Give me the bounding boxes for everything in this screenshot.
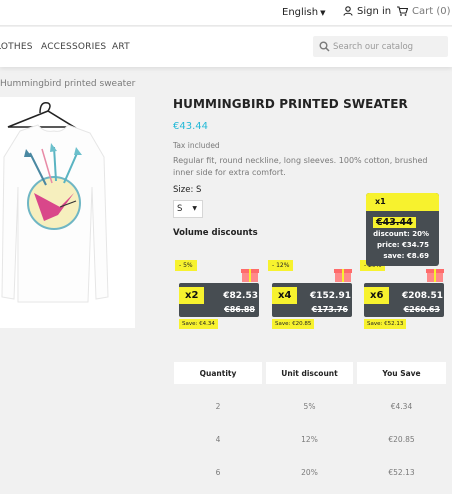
shopping-cart-icon xyxy=(397,6,409,16)
size-label: Size: S xyxy=(173,185,202,195)
nav-item-accessories[interactable]: ACCESSORIES xyxy=(41,42,106,52)
table-cell: 5% xyxy=(303,402,316,411)
user-icon xyxy=(343,6,353,16)
sign-in-label: Sign in xyxy=(357,6,392,17)
search-box xyxy=(313,36,448,57)
product-description: Regular fit, round neckline, long sleeve… xyxy=(173,156,428,177)
search-icon[interactable] xyxy=(319,41,330,52)
caret-down-icon: ▼ xyxy=(192,205,197,212)
table-cell: 6 xyxy=(215,468,221,477)
tooltip-header: x1 xyxy=(366,193,439,211)
tax-label: Tax included xyxy=(173,141,220,150)
gift-icon xyxy=(426,269,444,282)
table-row: 2 5% €4.34 xyxy=(174,395,446,417)
volume-discounts-title: Volume discounts xyxy=(173,228,258,238)
column-header-you-save: You Save xyxy=(357,362,446,384)
column-header-quantity: Quantity xyxy=(174,362,262,384)
discounted-price: €208.51 xyxy=(402,291,443,301)
cart-label: Cart (0) xyxy=(412,6,451,17)
product-image[interactable] xyxy=(0,97,135,328)
table-cell: €52.13 xyxy=(388,468,415,477)
discount-percent-badge: - 12% xyxy=(268,260,294,271)
original-price: €260.63 xyxy=(403,305,440,314)
save-amount: Save: €20.85 xyxy=(272,319,315,329)
save-amount: Save: €4.34 xyxy=(179,319,218,329)
quantity-multiplier: x6 xyxy=(364,287,390,304)
discounted-price: €82.53 xyxy=(223,291,258,301)
nav-item-clothes[interactable]: LOTHES xyxy=(0,42,33,52)
save-amount: Save: €52.13 xyxy=(364,319,407,329)
table-cell: 2 xyxy=(215,402,221,411)
original-price: €86.88 xyxy=(224,305,255,314)
volume-discount-table: Quantity Unit discount You Save 2 5% €4.… xyxy=(174,362,446,494)
language-label: English xyxy=(282,7,319,18)
language-selector[interactable]: English ▼ xyxy=(282,7,326,18)
caret-down-icon: ▼ xyxy=(320,9,326,17)
quantity-multiplier: x2 xyxy=(179,287,205,304)
quantity-multiplier: x4 xyxy=(272,287,298,304)
search-input[interactable] xyxy=(333,39,443,54)
gift-icon xyxy=(334,269,352,282)
table-cell: 20% xyxy=(301,468,318,477)
discount-tooltip: x1 €43.44 discount: 20% price: €34.75 sa… xyxy=(366,193,439,266)
tooltip-old-price: €43.44 xyxy=(373,217,416,228)
sweater-illustration xyxy=(1,101,109,303)
breadcrumb[interactable]: Hummingbird printed sweater xyxy=(0,79,135,89)
table-row: 4 12% €20.85 xyxy=(174,428,446,450)
top-bar: English ▼ Sign in Cart (0) xyxy=(0,0,452,26)
table-header-row: Quantity Unit discount You Save xyxy=(174,362,446,384)
volume-discount-card[interactable]: - 12% x4 €152.91 €173.76 Save: €20.85 xyxy=(268,260,354,330)
table-cell: 4 xyxy=(215,435,221,444)
table-cell: 12% xyxy=(301,435,318,444)
size-select[interactable]: S ▼ xyxy=(173,200,203,218)
main-header: LOTHES ACCESSORIES ART xyxy=(0,27,452,67)
product-price: €43.44 xyxy=(173,121,208,132)
size-select-value: S xyxy=(177,204,183,214)
discounted-price: €152.91 xyxy=(310,291,351,301)
sign-in-link[interactable]: Sign in xyxy=(343,6,391,17)
tooltip-discount: discount: 20% xyxy=(373,230,429,238)
nav-item-art[interactable]: ART xyxy=(112,42,130,52)
table-cell: €20.85 xyxy=(388,435,415,444)
gift-icon xyxy=(241,269,259,282)
table-row: 6 20% €52.13 xyxy=(174,461,446,483)
cart-link[interactable]: Cart (0) xyxy=(397,6,451,17)
product-title: HUMMINGBIRD PRINTED SWEATER xyxy=(173,97,408,111)
table-cell: €4.34 xyxy=(390,402,413,411)
volume-discount-card[interactable]: - 5% x2 €82.53 €86.88 Save: €4.34 xyxy=(175,260,261,330)
discount-percent-badge: - 5% xyxy=(175,260,197,271)
tooltip-save: save: €8.69 xyxy=(383,252,429,260)
column-header-unit-discount: Unit discount xyxy=(266,362,353,384)
tooltip-price: price: €34.75 xyxy=(376,241,429,249)
original-price: €173.76 xyxy=(311,305,348,314)
volume-discount-card[interactable]: - 20% x6 €208.51 €260.63 Save: €52.13 xyxy=(360,260,446,330)
